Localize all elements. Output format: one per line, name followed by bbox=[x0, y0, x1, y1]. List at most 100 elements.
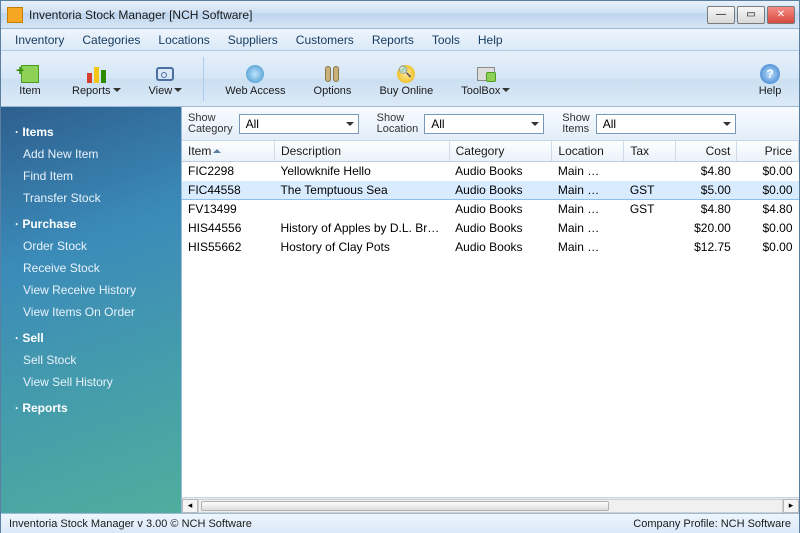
close-button[interactable]: ✕ bbox=[767, 6, 795, 24]
item-icon bbox=[16, 63, 44, 85]
cell: $0.00 bbox=[737, 162, 799, 181]
filter-location-label: Show Location bbox=[377, 113, 419, 135]
menubar: Inventory Categories Locations Suppliers… bbox=[1, 29, 799, 51]
filter-items-value: All bbox=[603, 117, 616, 131]
cell: Audio Books bbox=[449, 238, 552, 257]
filter-category-combo[interactable]: All bbox=[239, 114, 359, 134]
filter-location-combo[interactable]: All bbox=[424, 114, 544, 134]
col-category[interactable]: Category bbox=[449, 141, 552, 162]
sidebar-item-view-items-on-order[interactable]: View Items On Order bbox=[1, 301, 181, 323]
tool-web-access[interactable]: Web Access bbox=[218, 60, 292, 98]
sidebar-group-purchase[interactable]: Purchase bbox=[1, 209, 181, 235]
cell: HIS44556 bbox=[182, 219, 274, 238]
scroll-right-button[interactable]: ▸ bbox=[783, 499, 799, 513]
cell: Audio Books bbox=[449, 181, 552, 200]
menu-reports[interactable]: Reports bbox=[364, 31, 422, 49]
cell: $0.00 bbox=[737, 181, 799, 200]
horizontal-scrollbar[interactable]: ◂ ▸ bbox=[182, 497, 799, 513]
tool-view[interactable]: View bbox=[142, 60, 190, 98]
sidebar: Items Add New Item Find Item Transfer St… bbox=[1, 107, 181, 513]
cell bbox=[274, 200, 449, 219]
tool-web-label: Web Access bbox=[225, 85, 285, 97]
tool-item[interactable]: Item bbox=[9, 60, 51, 98]
sidebar-item-view-sell-history[interactable]: View Sell History bbox=[1, 371, 181, 393]
tool-buy-online[interactable]: Buy Online bbox=[372, 60, 440, 98]
options-icon bbox=[318, 63, 346, 85]
menu-locations[interactable]: Locations bbox=[150, 31, 217, 49]
status-right: Company Profile: NCH Software bbox=[633, 518, 791, 530]
app-icon bbox=[7, 7, 23, 23]
cell: HIS55662 bbox=[182, 238, 274, 257]
content-pane: Show Category All Show Location All Show… bbox=[181, 107, 799, 513]
titlebar[interactable]: Inventoria Stock Manager [NCH Software] … bbox=[1, 1, 799, 29]
cell: Main … bbox=[552, 181, 624, 200]
main-area: Items Add New Item Find Item Transfer St… bbox=[1, 107, 799, 513]
sort-asc-icon bbox=[213, 145, 221, 153]
filter-items-label: Show Items bbox=[562, 113, 590, 135]
cell: Main … bbox=[552, 219, 624, 238]
tool-buy-label: Buy Online bbox=[379, 85, 433, 97]
tool-toolbox[interactable]: ToolBox bbox=[454, 60, 517, 98]
table-row[interactable]: HIS44556History of Apples by D.L. Brewer… bbox=[182, 219, 799, 238]
toolbar-separator bbox=[203, 57, 204, 101]
chevron-down-icon bbox=[174, 88, 182, 96]
cell: GST bbox=[624, 181, 675, 200]
cell: Audio Books bbox=[449, 200, 552, 219]
filter-location-value: All bbox=[431, 117, 444, 131]
table-row[interactable]: FIC44558The Temptuous SeaAudio BooksMain… bbox=[182, 181, 799, 200]
sidebar-item-receive-stock[interactable]: Receive Stock bbox=[1, 257, 181, 279]
chevron-down-icon bbox=[113, 88, 121, 96]
items-grid[interactable]: Item Description Category Location Tax C… bbox=[182, 141, 799, 497]
sidebar-item-add-new-item[interactable]: Add New Item bbox=[1, 143, 181, 165]
cell bbox=[624, 238, 675, 257]
chevron-down-icon bbox=[502, 88, 510, 96]
col-description[interactable]: Description bbox=[274, 141, 449, 162]
scroll-left-button[interactable]: ◂ bbox=[182, 499, 198, 513]
tool-reports[interactable]: Reports bbox=[65, 60, 128, 98]
minimize-button[interactable]: — bbox=[707, 6, 735, 24]
toolbar: Item Reports View Web Access Options Buy… bbox=[1, 51, 799, 107]
menu-inventory[interactable]: Inventory bbox=[7, 31, 72, 49]
sidebar-item-transfer-stock[interactable]: Transfer Stock bbox=[1, 187, 181, 209]
menu-categories[interactable]: Categories bbox=[74, 31, 148, 49]
menu-help[interactable]: Help bbox=[470, 31, 511, 49]
cell: $0.00 bbox=[737, 238, 799, 257]
cell bbox=[624, 219, 675, 238]
cell: Yellowknife Hello bbox=[274, 162, 449, 181]
filter-items-combo[interactable]: All bbox=[596, 114, 736, 134]
maximize-button[interactable]: ▭ bbox=[737, 6, 765, 24]
menu-customers[interactable]: Customers bbox=[288, 31, 362, 49]
cell: FIC44558 bbox=[182, 181, 274, 200]
cell: $5.00 bbox=[675, 181, 737, 200]
sidebar-item-order-stock[interactable]: Order Stock bbox=[1, 235, 181, 257]
sidebar-group-sell[interactable]: Sell bbox=[1, 323, 181, 349]
cell: $20.00 bbox=[675, 219, 737, 238]
sidebar-item-find-item[interactable]: Find Item bbox=[1, 165, 181, 187]
sidebar-group-reports[interactable]: Reports bbox=[1, 393, 181, 419]
col-item[interactable]: Item bbox=[182, 141, 274, 162]
cell: Hostory of Clay Pots bbox=[274, 238, 449, 257]
table-row[interactable]: FIC2298Yellowknife HelloAudio BooksMain … bbox=[182, 162, 799, 181]
tool-help[interactable]: ? Help bbox=[749, 60, 791, 98]
filter-category-label: Show Category bbox=[188, 113, 233, 135]
sidebar-item-sell-stock[interactable]: Sell Stock bbox=[1, 349, 181, 371]
col-price[interactable]: Price bbox=[737, 141, 799, 162]
window-title: Inventoria Stock Manager [NCH Software] bbox=[29, 8, 707, 22]
table-row[interactable]: FV13499Audio BooksMain …GST$4.80$4.80 bbox=[182, 200, 799, 219]
globe-icon bbox=[241, 63, 269, 85]
cell: FV13499 bbox=[182, 200, 274, 219]
table-row[interactable]: HIS55662Hostory of Clay PotsAudio BooksM… bbox=[182, 238, 799, 257]
tool-options[interactable]: Options bbox=[307, 60, 359, 98]
sidebar-group-items[interactable]: Items bbox=[1, 117, 181, 143]
col-tax[interactable]: Tax bbox=[624, 141, 675, 162]
cell: $0.00 bbox=[737, 219, 799, 238]
menu-suppliers[interactable]: Suppliers bbox=[220, 31, 286, 49]
scroll-thumb[interactable] bbox=[201, 501, 609, 511]
menu-tools[interactable]: Tools bbox=[424, 31, 468, 49]
col-location[interactable]: Location bbox=[552, 141, 624, 162]
scroll-track[interactable] bbox=[198, 499, 783, 513]
sidebar-item-view-receive-history[interactable]: View Receive History bbox=[1, 279, 181, 301]
col-cost[interactable]: Cost bbox=[675, 141, 737, 162]
statusbar: Inventoria Stock Manager v 3.00 © NCH So… bbox=[1, 513, 799, 533]
cell: FIC2298 bbox=[182, 162, 274, 181]
